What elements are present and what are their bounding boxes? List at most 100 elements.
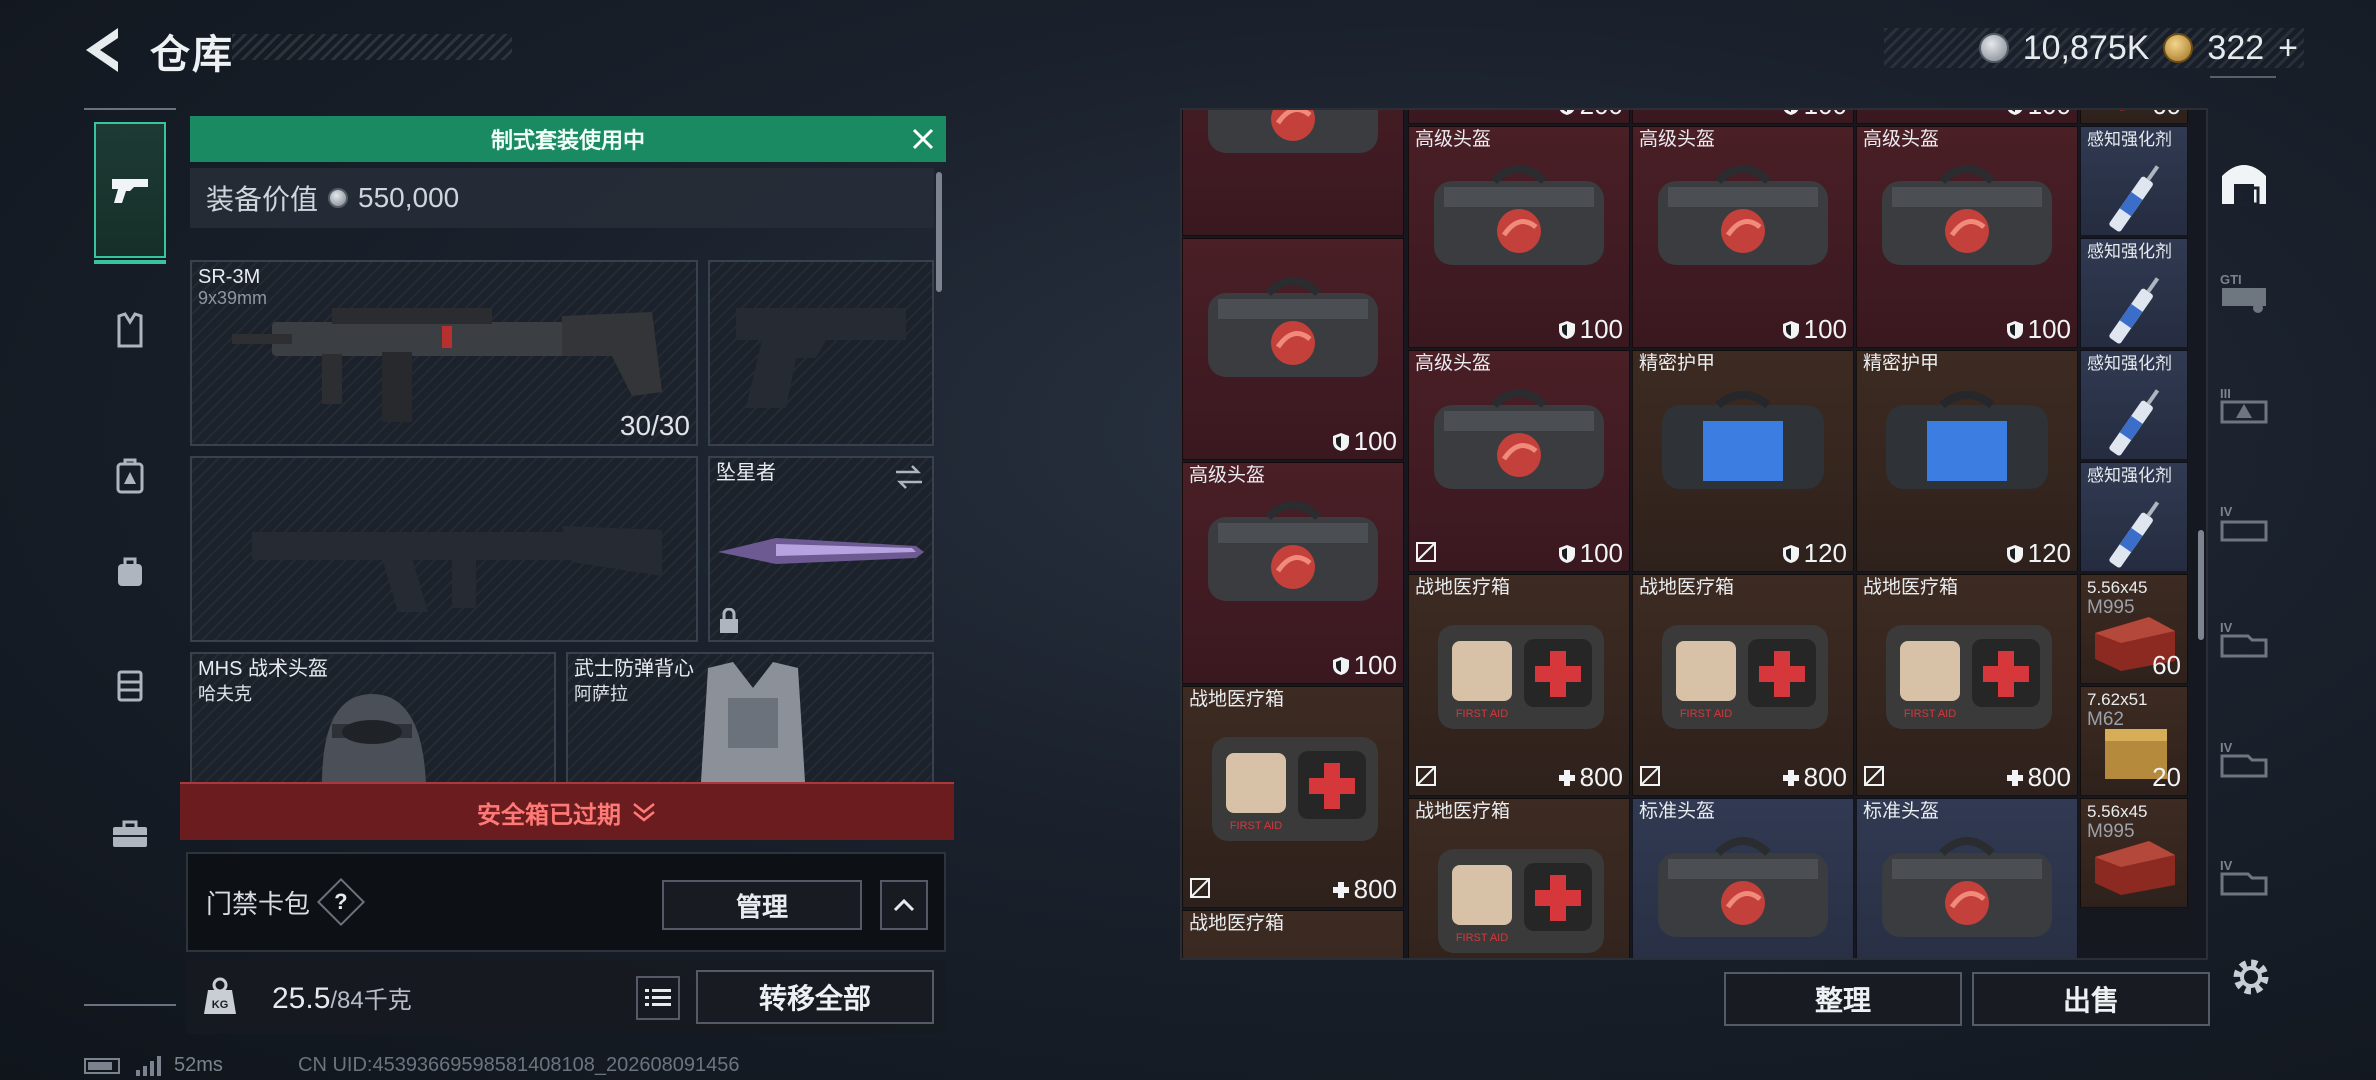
melee-slot[interactable]: 坠星者 <box>708 456 934 642</box>
stash-item[interactable]: 感知强化剂 <box>2080 462 2188 572</box>
first-aid-kit-icon: FIRST AID <box>1212 737 1378 841</box>
pistol-icon <box>112 179 148 203</box>
melee-name: 坠星者 <box>716 462 776 484</box>
stash-item[interactable]: 200 <box>1408 110 1630 124</box>
sell-button[interactable]: 出售 <box>1972 972 2210 1026</box>
filter-tab-iv-a[interactable]: IV <box>2212 492 2276 556</box>
stash-item[interactable]: 5.56x45M99560 <box>2080 574 2188 684</box>
stash-item[interactable]: 感知强化剂 <box>2080 350 2188 460</box>
stash-item[interactable]: 5.56x45 M995 <box>2080 798 2188 908</box>
stash-item[interactable]: 高级头盔 100 <box>1408 350 1630 572</box>
item-name: 感知强化剂 <box>2087 354 2172 373</box>
item-name: 战地医疗箱 <box>1415 577 1511 598</box>
item-value-text: 800 <box>1353 874 1397 904</box>
stash-item[interactable]: 标准头盔 <box>1632 798 1854 958</box>
helmet-slot[interactable]: MHS 战术头盔 哈夫克 <box>190 652 556 792</box>
rail-tab-weapons[interactable] <box>94 122 166 264</box>
stash-item[interactable]: 感知强化剂 <box>2080 238 2188 348</box>
uninsured-badge <box>1639 765 1663 789</box>
armor-slot[interactable]: 武士防弹背心 阿萨拉 <box>566 652 934 792</box>
gear-icon[interactable] <box>2226 952 2276 1002</box>
heal-icon <box>1558 769 1575 786</box>
equipment-value: 550,000 <box>358 182 460 213</box>
briefcase-icon <box>113 820 147 847</box>
stash-item[interactable]: 5.56x45M99560 <box>2080 110 2188 124</box>
close-icon[interactable] <box>906 122 940 156</box>
primary-weapon-slot[interactable]: SR-3M 9x39mm 30/30 <box>190 260 698 446</box>
item-value: 60 <box>2152 650 2181 681</box>
item-art: FIRST AID <box>1183 941 1403 958</box>
filter-tab-iv-b[interactable]: IV <box>2212 608 2276 672</box>
item-art: FIRST AID <box>1409 605 1629 735</box>
transfer-all-button[interactable]: 转移全部 <box>696 970 934 1024</box>
collapse-button[interactable] <box>880 880 928 930</box>
stash-item[interactable]: FIRST AID 战地医疗箱 800 <box>1632 574 1854 796</box>
armor-name: 武士防弹背心 <box>574 658 694 680</box>
stash-item[interactable]: 精密护甲 120 <box>1632 350 1854 572</box>
filter-tab-iii[interactable]: III <box>2212 374 2276 438</box>
stash-item[interactable]: FIRST AID 战地医疗箱 <box>1408 798 1630 958</box>
heal-icon <box>1332 881 1349 898</box>
filter-tab-iv-d[interactable]: IV <box>2212 846 2276 910</box>
lock-icon <box>720 608 738 633</box>
svg-text:FIRST AID: FIRST AID <box>1680 708 1732 720</box>
stash-item[interactable]: 感知强化剂 <box>2080 126 2188 236</box>
category-rail <box>84 108 176 1006</box>
svg-text:KG: KG <box>212 999 229 1011</box>
rail-tab-rig[interactable] <box>94 616 166 752</box>
heal-icon <box>2006 769 2023 786</box>
tier-iv-icon: IV <box>2220 620 2268 658</box>
add-currency-button[interactable]: + <box>2278 29 2298 68</box>
stash-item[interactable]: 高级头盔 <box>1182 110 1404 236</box>
item-name: 感知强化剂 <box>2087 242 2172 261</box>
secondary-primary-slot[interactable] <box>190 456 698 642</box>
sort-button[interactable]: 整理 <box>1724 972 1962 1026</box>
stash-item[interactable]: 标准头盔 <box>1856 798 2078 958</box>
svg-text:IV: IV <box>2220 858 2233 873</box>
item-name: 战地医疗箱 <box>1189 913 1285 934</box>
item-value-text: 60 <box>2152 650 2181 680</box>
weight-readout: 25.5/84千克 <box>272 980 412 1016</box>
stash-item[interactable]: 7.62x51 M62 20 <box>2080 686 2188 796</box>
filter-tab-iv-c[interactable]: IV <box>2212 728 2276 792</box>
stash-item[interactable]: 高级头盔 100 <box>1182 462 1404 684</box>
swap-icon[interactable] <box>894 464 924 490</box>
stash-item[interactable]: 100 <box>1182 238 1404 460</box>
stash-item[interactable]: 精密护甲 120 <box>1856 350 2078 572</box>
help-icon[interactable]: ? <box>316 877 366 927</box>
manage-button[interactable]: 管理 <box>662 880 862 930</box>
item-value: 120 <box>1782 538 1847 569</box>
stash-item[interactable]: FIRST AID 战地医疗箱 <box>1182 910 1404 958</box>
no-insure-icon <box>1416 766 1436 786</box>
item-value-text: 60 <box>2152 110 2181 121</box>
syringe-icon <box>2109 389 2160 456</box>
tier-iv-icon: IV <box>2220 740 2268 778</box>
loadout-scrollbar[interactable] <box>936 172 942 292</box>
item-name: 战地医疗箱 <box>1189 689 1285 710</box>
safe-case-expired-text: 安全箱已过期 <box>477 801 621 829</box>
item-name: 感知强化剂 <box>2087 130 2172 149</box>
svg-text:IV: IV <box>2220 504 2233 519</box>
svg-text:III: III <box>2220 386 2231 401</box>
stash-item[interactable]: FIRST AID 战地医疗箱 800 <box>1408 574 1630 796</box>
rail-tab-case[interactable] <box>94 766 166 902</box>
rail-tab-armor[interactable] <box>94 262 166 398</box>
first-aid-kit-icon: FIRST AID <box>1438 849 1604 953</box>
filter-tab-gt[interactable]: GTI <box>2212 260 2276 324</box>
safe-case-expired-bar[interactable]: 安全箱已过期 <box>180 782 954 840</box>
stash-item[interactable]: 高级头盔 100 <box>1856 126 2078 348</box>
stash-item[interactable]: FIRST AID 战地医疗箱 800 <box>1182 686 1404 908</box>
shield-icon <box>2007 110 2022 115</box>
item-value-text: 120 <box>1803 538 1847 568</box>
stash-item[interactable]: FIRST AID 战地医疗箱 800 <box>1856 574 2078 796</box>
stash-item[interactable]: 100 <box>1632 110 1854 124</box>
stash-item[interactable]: 高级头盔 100 <box>1632 126 1854 348</box>
shield-icon <box>1783 110 1798 115</box>
back-arrow-icon[interactable] <box>80 22 130 78</box>
filter-tab-all[interactable] <box>2212 148 2276 212</box>
secondary-weapon-slot[interactable] <box>708 260 934 446</box>
stash-item[interactable]: 100 <box>1856 110 2078 124</box>
list-view-button[interactable] <box>636 976 680 1020</box>
stash-item[interactable]: 高级头盔 100 <box>1408 126 1630 348</box>
signal-icon <box>136 1055 161 1076</box>
